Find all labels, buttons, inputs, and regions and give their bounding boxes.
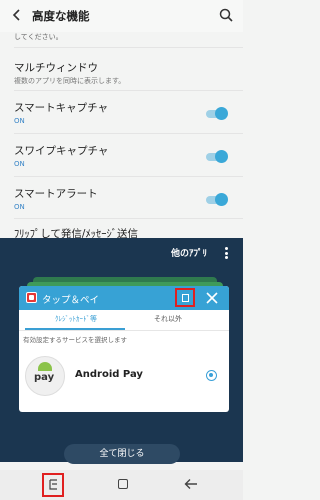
tab-credit-card[interactable]: ｸﾚｼﾞｯﾄｶｰﾄﾞ等 [55,314,97,324]
other-apps-label[interactable]: 他のｱﾌﾟﾘ [171,246,207,259]
payment-service-item[interactable]: pay Android Pay [23,356,223,398]
tab-other[interactable]: それ以外 [154,314,182,324]
divider [14,133,243,134]
truncated-description: してください。 [14,33,63,41]
service-radio-selected[interactable] [206,370,217,381]
page-title: 高度な機能 [32,9,90,23]
recents-icon [49,479,57,490]
recent-app-card-tap-pay[interactable]: タップ＆ペイ ｸﾚｼﾞｯﾄｶｰﾄﾞ等 それ以外 有効設定するサービスを選択します… [19,286,229,412]
smart-alert-toggle[interactable] [204,193,228,206]
smart-capture-title[interactable]: スマートキャプチャ [14,100,108,115]
app-header: 高度な機能 [0,0,243,32]
home-button[interactable] [118,479,128,489]
navigation-bar [0,470,243,500]
divider [14,90,243,91]
divider [14,47,243,48]
service-description: 有効設定するサービスを選択します [23,336,127,344]
close-all-button[interactable]: 全て閉じる [64,444,180,464]
split-screen-button[interactable] [175,288,195,307]
multi-window-title[interactable]: マルチウィンドウ [14,60,98,75]
divider [14,218,243,219]
divider [14,176,243,177]
multi-window-description: 複数のアプリを同時に表示します。 [14,77,126,85]
tap-pay-app-icon [26,292,37,303]
swipe-capture-title[interactable]: スワイプキャプチャ [14,143,108,158]
back-arrow-icon[interactable] [184,478,198,490]
close-icon[interactable] [205,291,219,305]
divider [19,330,229,331]
recents-button[interactable] [42,473,64,497]
smart-capture-toggle[interactable] [204,107,228,120]
swipe-capture-status: ON [14,160,25,168]
card-title: タップ＆ペイ [42,295,100,306]
android-pay-logo: pay [25,356,65,396]
back-arrow-icon[interactable] [10,8,24,22]
split-screen-icon [182,294,189,302]
smart-capture-status: ON [14,117,25,125]
swipe-capture-toggle[interactable] [204,150,228,163]
more-options-icon[interactable] [225,247,228,259]
service-name: Android Pay [75,369,143,380]
card-title-bar: タップ＆ペイ [19,286,229,310]
search-icon[interactable] [218,7,234,23]
smart-alert-title[interactable]: スマートアラート [14,186,98,201]
smart-alert-status: ON [14,203,25,211]
